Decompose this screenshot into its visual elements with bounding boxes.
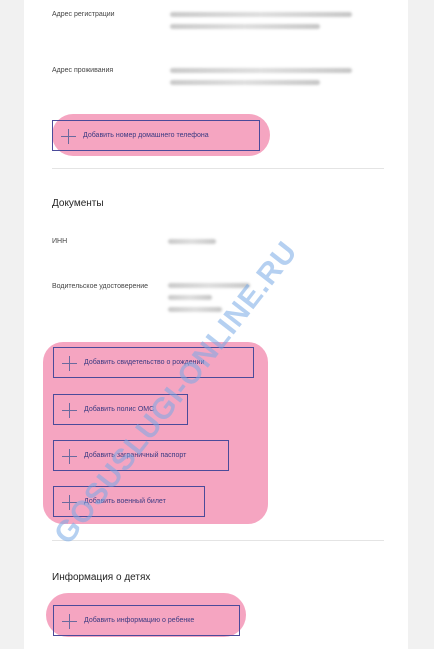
registration-address-value-redacted bbox=[170, 12, 352, 17]
add-child-info-label: Добавить информацию о ребенке bbox=[84, 617, 195, 624]
plus-icon bbox=[54, 441, 84, 470]
license-value-redacted-2 bbox=[168, 295, 212, 300]
add-oms-policy-label: Добавить полис ОМС bbox=[84, 406, 155, 413]
documents-title: Документы bbox=[52, 198, 104, 209]
add-birth-certificate-button[interactable]: Добавить свидетельство о рождении bbox=[53, 347, 254, 378]
add-military-id-button[interactable]: Добавить военный билет bbox=[53, 486, 205, 517]
residence-address-label: Адрес проживания bbox=[52, 67, 114, 74]
add-oms-policy-button[interactable]: Добавить полис ОМС bbox=[53, 394, 188, 425]
add-foreign-passport-label: Добавить заграничный паспорт bbox=[84, 452, 187, 459]
registration-address-value-redacted-2 bbox=[170, 24, 320, 29]
plus-icon bbox=[53, 121, 83, 150]
plus-icon bbox=[54, 395, 84, 424]
add-foreign-passport-button[interactable]: Добавить заграничный паспорт bbox=[53, 440, 229, 471]
add-military-id-label: Добавить военный билет bbox=[84, 498, 166, 505]
add-birth-certificate-label: Добавить свидетельство о рождении bbox=[84, 359, 205, 366]
divider bbox=[52, 540, 384, 541]
plus-icon bbox=[54, 348, 84, 377]
plus-icon bbox=[54, 606, 84, 635]
plus-icon bbox=[54, 487, 84, 516]
license-value-redacted bbox=[168, 283, 250, 288]
divider bbox=[52, 168, 384, 169]
add-home-phone-label: Добавить номер домашнего телефона bbox=[83, 132, 209, 139]
registration-address-label: Адрес регистрации bbox=[52, 11, 115, 18]
license-label: Водительское удостоверение bbox=[52, 283, 149, 290]
add-child-info-button[interactable]: Добавить информацию о ребенке bbox=[53, 605, 240, 636]
profile-card: Адрес регистрации Адрес проживания Добав… bbox=[24, 0, 408, 649]
residence-address-value-redacted bbox=[170, 68, 352, 73]
license-value-redacted-3 bbox=[168, 307, 222, 312]
children-title: Информация о детях bbox=[52, 572, 151, 583]
inn-label: ИНН bbox=[52, 238, 68, 245]
residence-address-value-redacted-2 bbox=[170, 80, 320, 85]
inn-value-redacted bbox=[168, 239, 216, 244]
add-home-phone-button[interactable]: Добавить номер домашнего телефона bbox=[52, 120, 260, 151]
